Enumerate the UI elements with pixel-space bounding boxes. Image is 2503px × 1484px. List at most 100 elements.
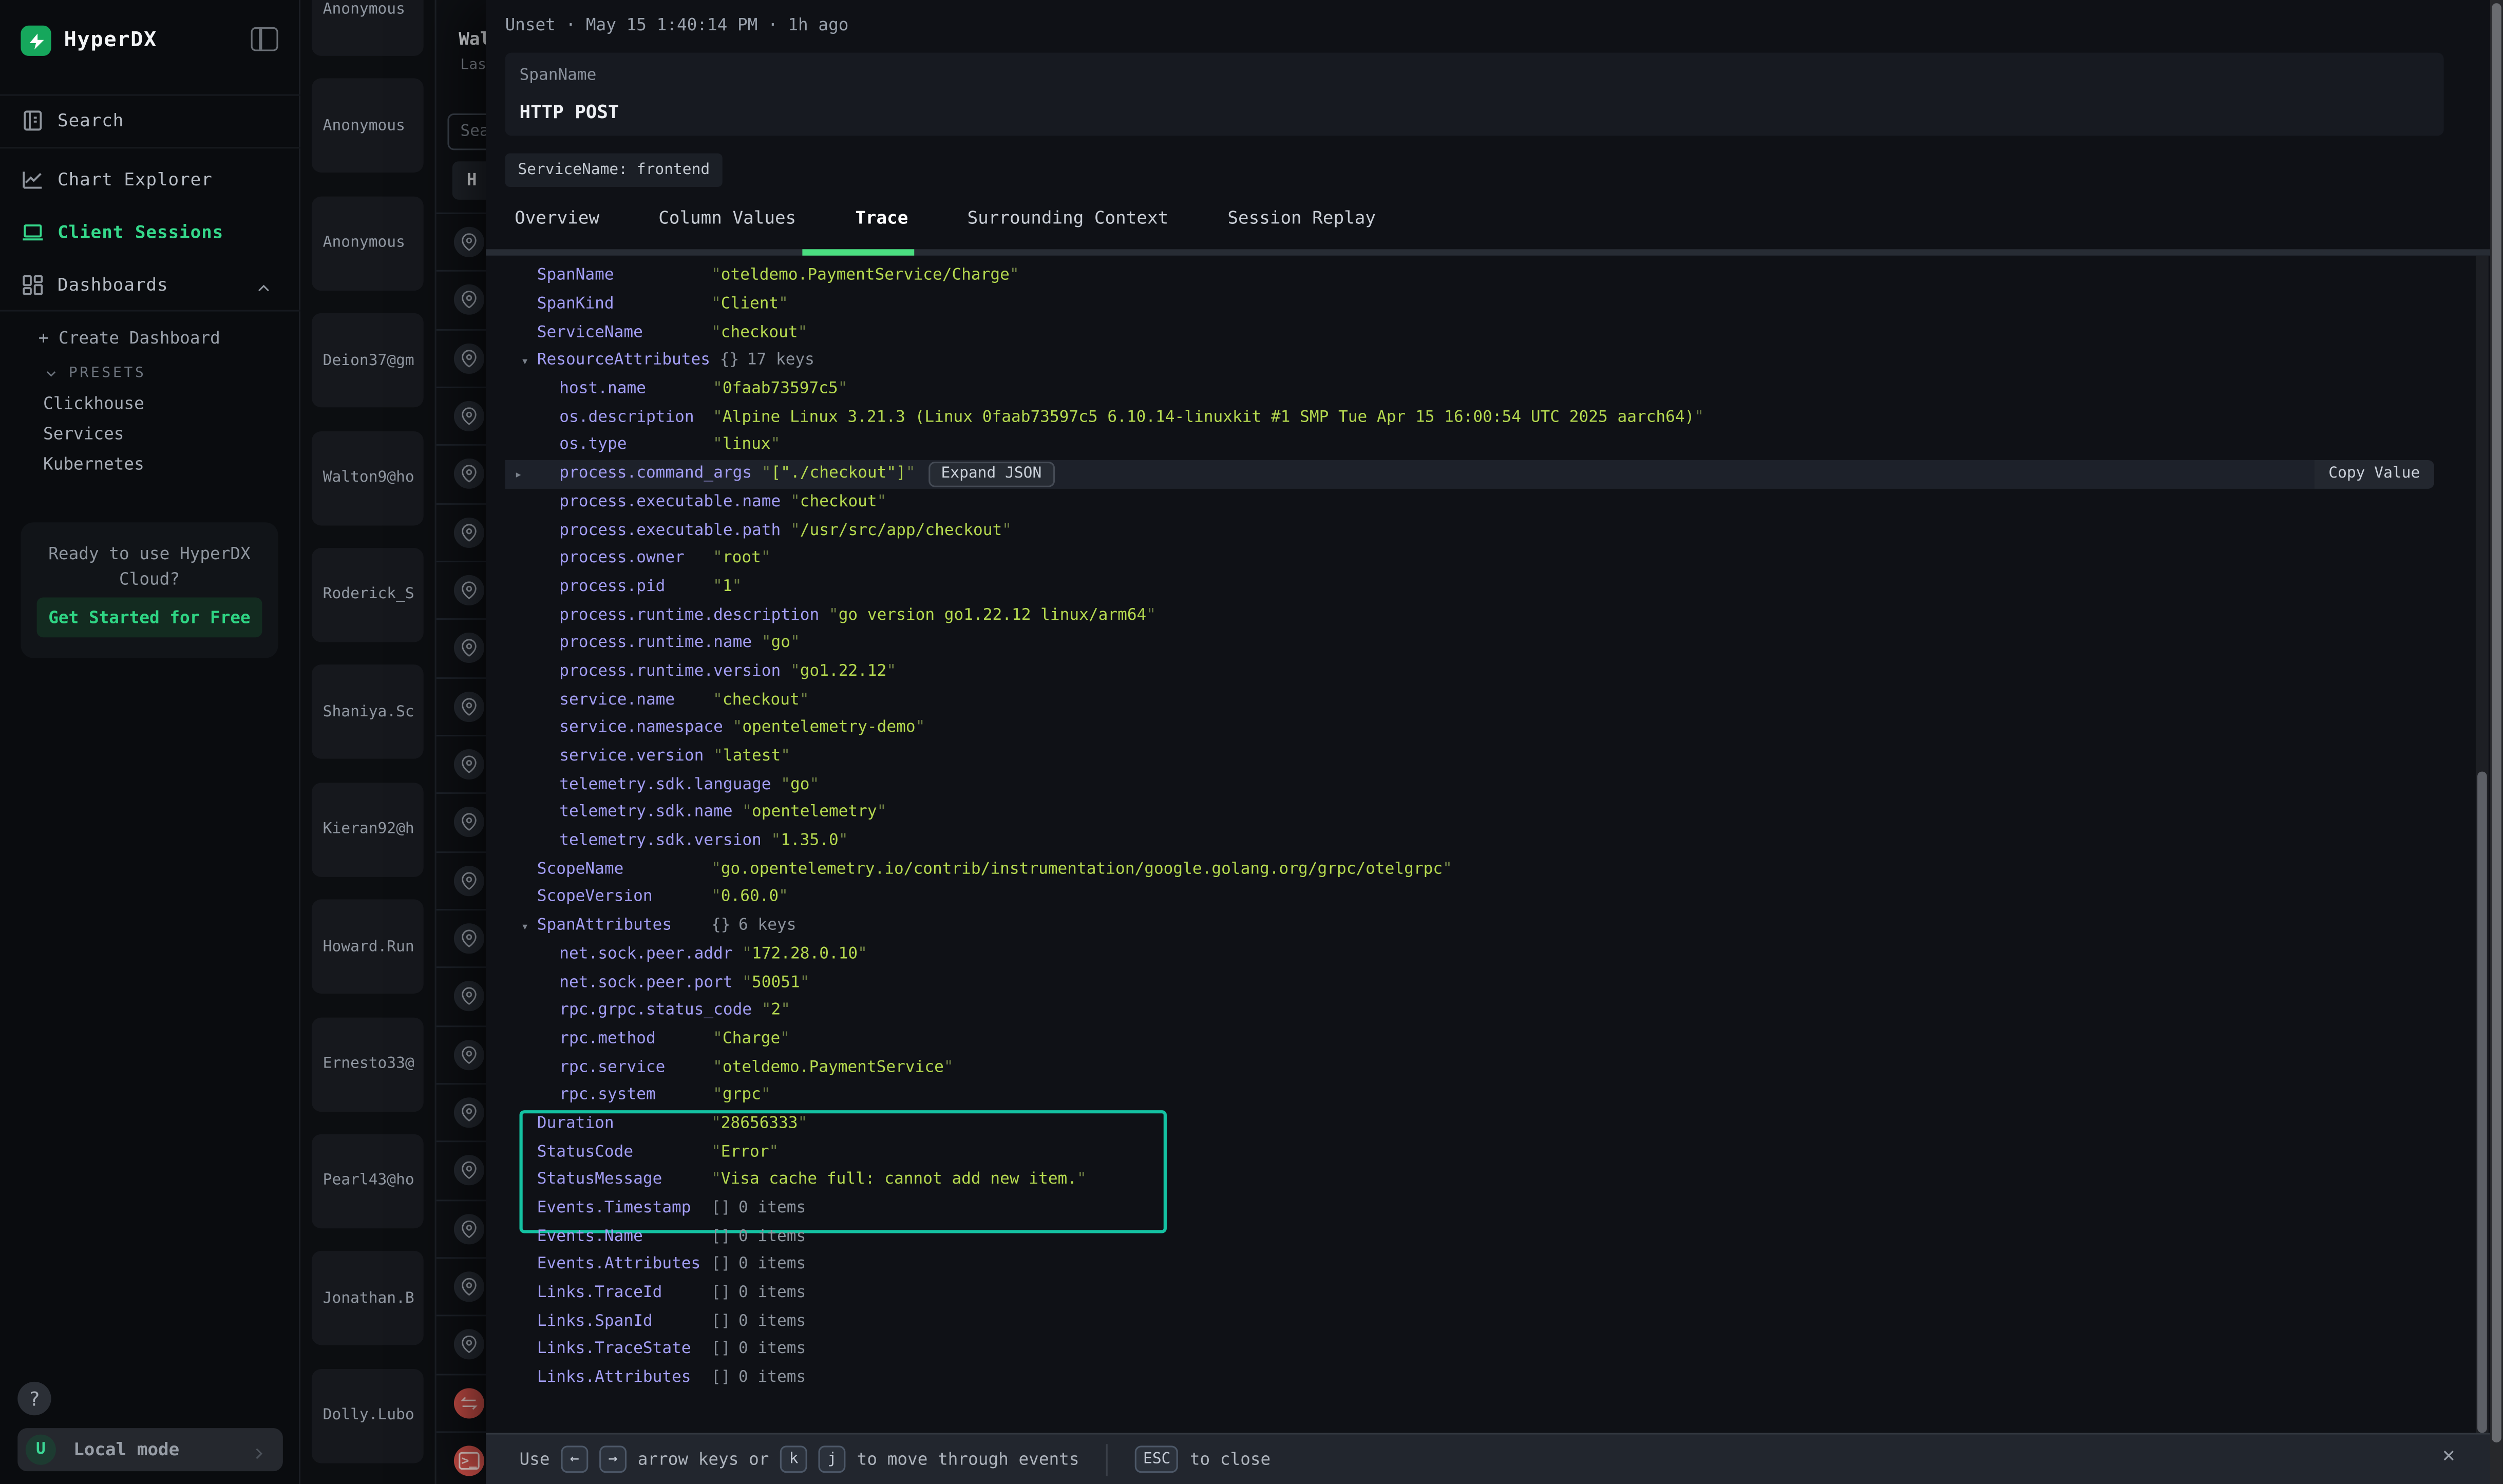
attr-row[interactable]: SpanKind"Client": [505, 290, 2471, 318]
map-pin-icon[interactable]: [454, 285, 484, 315]
map-pin-icon[interactable]: [454, 865, 484, 896]
attr-row[interactable]: ScopeVersion"0.60.0": [505, 884, 2471, 912]
expand-json-button[interactable]: Expand JSON: [928, 461, 1055, 487]
attr-row[interactable]: Duration"28656333": [505, 1110, 2471, 1138]
panel-scrollbar-thumb[interactable]: [2477, 772, 2487, 1433]
map-pin-icon[interactable]: [454, 1155, 484, 1186]
attr-row[interactable]: process.runtime.description"go version g…: [505, 601, 2471, 629]
attr-row[interactable]: Events.Attributes[]0 items: [505, 1251, 2471, 1279]
service-name-chip[interactable]: ServiceName: frontend: [505, 154, 723, 187]
session-card[interactable]: Anonymous: [312, 0, 424, 56]
map-pin-icon[interactable]: [454, 691, 484, 721]
attr-row[interactable]: telemetry.sdk.name"opentelemetry": [505, 799, 2471, 827]
attr-row[interactable]: process.runtime.name"go": [505, 630, 2471, 658]
attr-row[interactable]: ▾SpanAttributes{}6 keys: [505, 912, 2471, 940]
attr-row[interactable]: process.executable.name"checkout": [505, 488, 2471, 516]
window-scrollbar-thumb[interactable]: [2492, 3, 2501, 1442]
sidebar-collapse-icon[interactable]: [251, 27, 278, 51]
session-card[interactable]: Roderick_S: [312, 548, 424, 642]
window-scrollbar[interactable]: [2490, 0, 2503, 1484]
session-card[interactable]: Jonathan.B: [312, 1251, 424, 1346]
attr-row[interactable]: service.namespace"opentelemetry-demo": [505, 714, 2471, 743]
attr-row[interactable]: rpc.system"grpc": [505, 1081, 2471, 1110]
map-pin-icon[interactable]: [454, 517, 484, 547]
attr-row[interactable]: ServiceName"checkout": [505, 318, 2471, 347]
sidebar-item-chart-explorer[interactable]: Chart Explorer: [0, 155, 300, 203]
attr-row[interactable]: service.name"checkout": [505, 686, 2471, 714]
attr-row[interactable]: Links.TraceId[]0 items: [505, 1279, 2471, 1307]
session-card[interactable]: Walton9@ho: [312, 431, 424, 525]
sidebar-item-dashboards[interactable]: Dashboards: [0, 260, 300, 308]
attr-row[interactable]: telemetry.sdk.language"go": [505, 771, 2471, 799]
attr-row[interactable]: Links.SpanId[]0 items: [505, 1307, 2471, 1336]
session-card[interactable]: Dolly.Lubo: [312, 1368, 424, 1463]
attr-row[interactable]: process.pid"1": [505, 573, 2471, 601]
tab-trace[interactable]: Trace: [855, 207, 908, 228]
attr-row[interactable]: rpc.grpc.status_code"2": [505, 997, 2471, 1025]
session-card[interactable]: Ernesto33@: [312, 1017, 424, 1111]
attr-row[interactable]: service.version"latest": [505, 743, 2471, 771]
session-card[interactable]: Deion37@gm: [312, 313, 424, 408]
map-pin-icon[interactable]: [454, 749, 484, 779]
map-pin-icon[interactable]: [454, 633, 484, 663]
map-pin-icon[interactable]: [454, 227, 484, 257]
sidebar-item-search[interactable]: Search: [0, 96, 300, 144]
filter-button[interactable]: H: [452, 161, 486, 200]
attr-row[interactable]: ScopeName"go.opentelemetry.io/contrib/in…: [505, 855, 2471, 884]
session-card[interactable]: Howard.Run: [312, 900, 424, 994]
session-card[interactable]: Pearl43@ho: [312, 1134, 424, 1228]
attr-row[interactable]: Links.Attributes[]0 items: [505, 1364, 2471, 1392]
attr-row[interactable]: ▸process.command_args"["./checkout"]"Exp…: [505, 460, 2314, 488]
attr-row[interactable]: ▾ResourceAttributes{}17 keys: [505, 347, 2471, 375]
map-pin-icon[interactable]: [454, 923, 484, 954]
search-input[interactable]: Sea: [447, 113, 486, 150]
map-pin-icon[interactable]: [454, 1271, 484, 1302]
session-card[interactable]: Shaniya.Sc: [312, 665, 424, 759]
session-card[interactable]: Anonymous: [312, 79, 424, 174]
attr-row[interactable]: rpc.service"oteldemo.PaymentService": [505, 1053, 2471, 1081]
attr-row[interactable]: StatusCode"Error": [505, 1138, 2471, 1166]
help-button[interactable]: ?: [17, 1382, 51, 1415]
tab-surrounding-context[interactable]: Surrounding Context: [968, 207, 1169, 228]
terminal-icon[interactable]: >_: [454, 1445, 484, 1476]
preset-item-services[interactable]: Services: [43, 425, 124, 444]
attr-row[interactable]: telemetry.sdk.version"1.35.0": [505, 827, 2471, 855]
preset-item-kubernetes[interactable]: Kubernetes: [43, 455, 144, 474]
attr-row[interactable]: Events.Name[]0 items: [505, 1223, 2471, 1251]
session-card[interactable]: Anonymous: [312, 196, 424, 291]
session-card[interactable]: Kieran92@h: [312, 783, 424, 877]
panel-scrollbar[interactable]: [2476, 256, 2489, 1433]
exchange-arrows-icon[interactable]: [454, 1387, 484, 1418]
attr-row[interactable]: Events.Timestamp[]0 items: [505, 1194, 2471, 1223]
attr-row[interactable]: os.description"Alpine Linux 3.21.3 (Linu…: [505, 403, 2471, 431]
presets-toggle[interactable]: PRESETS: [43, 366, 146, 382]
attr-row[interactable]: process.executable.path"/usr/src/app/che…: [505, 516, 2471, 544]
attr-row[interactable]: SpanName"oteldemo.PaymentService/Charge": [505, 262, 2471, 290]
caret-icon[interactable]: ▾: [521, 919, 529, 933]
map-pin-icon[interactable]: [454, 1097, 484, 1128]
caret-icon[interactable]: ▾: [521, 354, 529, 368]
create-dashboard-button[interactable]: + Create Dashboard: [39, 329, 220, 348]
map-pin-icon[interactable]: [454, 459, 484, 489]
caret-icon[interactable]: ▸: [515, 467, 522, 481]
attr-row[interactable]: StatusMessage"Visa cache full: cannot ad…: [505, 1166, 2471, 1194]
map-pin-icon[interactable]: [454, 1329, 484, 1360]
map-pin-icon[interactable]: [454, 343, 484, 373]
attr-row[interactable]: rpc.method"Charge": [505, 1025, 2471, 1053]
map-pin-icon[interactable]: [454, 981, 484, 1012]
attr-row[interactable]: os.type"linux": [505, 431, 2471, 460]
get-started-button[interactable]: Get Started for Free: [37, 597, 262, 637]
attr-row[interactable]: host.name"0faab73597c5": [505, 375, 2471, 403]
tab-overview[interactable]: Overview: [515, 207, 599, 228]
preset-item-clickhouse[interactable]: Clickhouse: [43, 394, 144, 413]
local-mode-menu[interactable]: U Local mode: [17, 1428, 283, 1471]
map-pin-icon[interactable]: [454, 1039, 484, 1070]
attr-row[interactable]: process.owner"root": [505, 544, 2471, 573]
copy-value-button[interactable]: Copy Value: [2315, 460, 2434, 488]
map-pin-icon[interactable]: [454, 575, 484, 605]
map-pin-icon[interactable]: [454, 401, 484, 431]
tab-session-replay[interactable]: Session Replay: [1227, 207, 1376, 228]
attr-row[interactable]: Links.TraceState[]0 items: [505, 1336, 2471, 1364]
attr-row[interactable]: process.runtime.version"go1.22.12": [505, 658, 2471, 686]
map-pin-icon[interactable]: [454, 1213, 484, 1244]
